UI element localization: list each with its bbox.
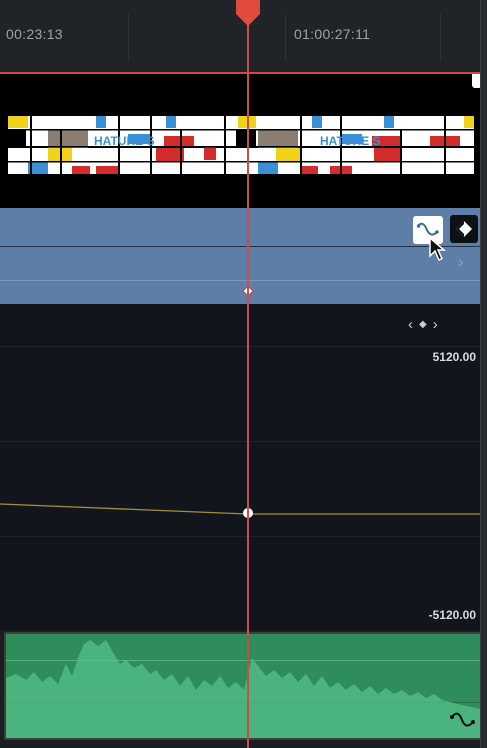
keyframe-divider bbox=[0, 280, 482, 281]
curve-editor-icon[interactable] bbox=[450, 710, 476, 730]
video-clip[interactable]: HATURE S HATURE S bbox=[0, 72, 482, 208]
svg-text:HATURE S: HATURE S bbox=[94, 134, 154, 148]
ruler-tick bbox=[128, 14, 129, 60]
ruler-tick bbox=[440, 14, 441, 60]
keyframe-divider bbox=[0, 246, 482, 247]
chevron-right-icon[interactable]: › bbox=[458, 252, 464, 272]
audio-waveform bbox=[6, 640, 480, 738]
parameter-curve[interactable] bbox=[0, 304, 482, 630]
keyframe-diamond-icon bbox=[456, 221, 472, 237]
keyframe-toggle[interactable] bbox=[450, 215, 478, 243]
svg-text:HATURE S: HATURE S bbox=[320, 134, 380, 148]
timecode-left: 00:23:13 bbox=[6, 26, 63, 42]
keyframe-track[interactable]: › bbox=[0, 208, 482, 304]
timecode-right: 01:00:27:11 bbox=[294, 26, 371, 42]
audio-clip[interactable] bbox=[4, 632, 482, 740]
mouse-cursor-icon bbox=[429, 236, 446, 262]
curve-editor[interactable]: ‹ ◆ › 5120.00 -5120.00 bbox=[0, 304, 482, 630]
playhead-handle[interactable] bbox=[234, 0, 262, 28]
video-thumbnail-strip: HATURE S HATURE S bbox=[8, 116, 478, 174]
timeline-right-edge bbox=[480, 0, 487, 748]
playhead-line[interactable] bbox=[247, 12, 249, 748]
ruler-tick bbox=[285, 14, 286, 60]
